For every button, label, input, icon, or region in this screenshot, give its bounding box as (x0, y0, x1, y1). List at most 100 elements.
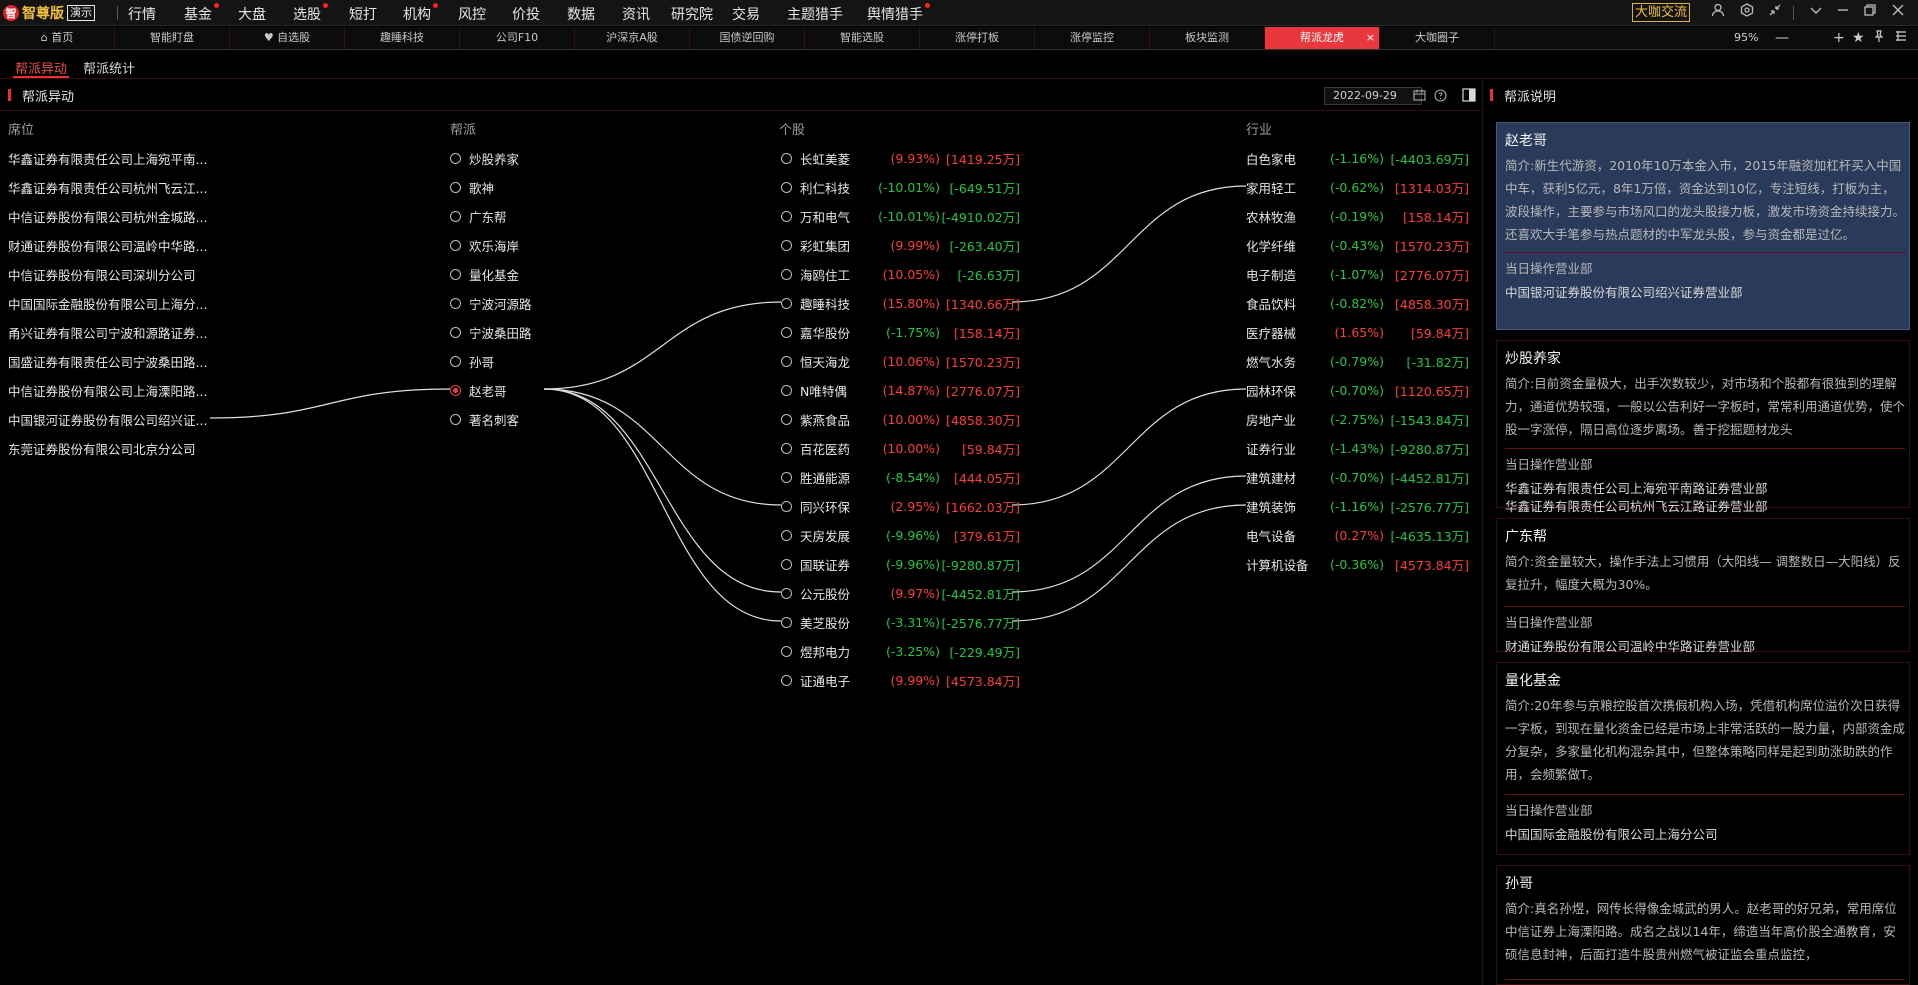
industry-item[interactable]: 白色家电 (-1.16%) [-4403.69万] (1246, 149, 1469, 168)
gang-card-department[interactable]: 财通证券股份有限公司温岭中华路证券营业部 (1505, 636, 1755, 655)
radio-button[interactable] (450, 211, 461, 222)
restore-icon[interactable] (1860, 3, 1880, 23)
stock-item[interactable]: 美芝股份 (-3.31%) [-2576.77万] (781, 613, 1020, 632)
stock-item[interactable]: 嘉华股份 (-1.75%) [158.14万] (781, 323, 1020, 342)
gang-card-department[interactable]: 中国银河证券股份有限公司绍兴证券营业部 (1505, 282, 1743, 301)
stock-item[interactable]: 紫燕食品 (10.00%) [4858.30万] (781, 410, 1020, 429)
radio-button[interactable] (450, 182, 461, 193)
collapse-icon[interactable] (1765, 3, 1785, 23)
industry-item[interactable]: 房地产业 (-2.75%) [-1543.84万] (1246, 410, 1469, 429)
stock-item[interactable]: 国联证券 (-9.96%) [-9280.87万] (781, 555, 1020, 574)
radio-button[interactable] (781, 414, 792, 425)
radio-button[interactable] (450, 269, 461, 280)
radio-button[interactable] (450, 298, 461, 309)
seat-item[interactable]: 国盛证券有限责任公司宁波桑田路... (8, 352, 207, 371)
radio-button[interactable] (781, 298, 792, 309)
radio-button[interactable] (781, 472, 792, 483)
chevron-down-icon[interactable] (1806, 3, 1826, 23)
stock-item[interactable]: 彩虹集团 (9.99%) [-263.40万] (781, 236, 1020, 255)
gang-item[interactable]: 宁波河源路 (450, 294, 532, 313)
stock-item[interactable]: 公元股份 (9.97%) [-4452.81万] (781, 584, 1020, 603)
close-icon[interactable] (1888, 3, 1908, 23)
seat-item[interactable]: 华鑫证券有限责任公司上海宛平南... (8, 149, 207, 168)
stock-item[interactable]: 趣睡科技 (15.80%) [1340.66万] (781, 294, 1020, 313)
industry-item[interactable]: 家用轻工 (-0.62%) [1314.03万] (1246, 178, 1469, 197)
seat-item[interactable]: 中国国际金融股份有限公司上海分... (8, 294, 207, 313)
gang-item[interactable]: 炒股养家 (450, 149, 519, 168)
radio-button[interactable] (781, 646, 792, 657)
gang-card[interactable]: 量化基金 简介:20年参与京粮控股首次携假机构入场，凭借机构席位溢价次日获得一字板… (1496, 662, 1910, 855)
gang-item[interactable]: 广东帮 (450, 207, 507, 226)
gang-item[interactable]: 赵老哥 (450, 381, 507, 400)
industry-item[interactable]: 建筑建材 (-0.70%) [-4452.81万] (1246, 468, 1469, 487)
radio-button[interactable] (450, 153, 461, 164)
industry-item[interactable]: 农林牧渔 (-0.19%) [158.14万] (1246, 207, 1469, 226)
radio-button[interactable] (781, 443, 792, 454)
seat-item[interactable]: 中国银河证券股份有限公司绍兴证... (8, 410, 207, 429)
radio-button[interactable] (450, 327, 461, 338)
radio-button[interactable] (781, 617, 792, 628)
stock-item[interactable]: 同兴环保 (2.95%) [1662.03万] (781, 497, 1020, 516)
seat-item[interactable]: 华鑫证券有限责任公司杭州飞云江... (8, 178, 207, 197)
gang-item[interactable]: 著名刺客 (450, 410, 519, 429)
industry-item[interactable]: 证券行业 (-1.43%) [-9280.87万] (1246, 439, 1469, 458)
radio-button[interactable] (450, 385, 461, 396)
radio-button[interactable] (781, 182, 792, 193)
stock-item[interactable]: 利仁科技 (-10.01%) [-649.51万] (781, 178, 1020, 197)
gang-card[interactable]: 赵老哥 简介:新生代游资，2010年10万本金入市，2015年融资加杠杆买入中国中… (1496, 122, 1910, 330)
radio-button[interactable] (781, 153, 792, 164)
exchange-button[interactable]: 大咖交流 (1632, 3, 1690, 22)
seat-item[interactable]: 财通证券股份有限公司温岭中华路... (8, 236, 207, 255)
radio-button[interactable] (781, 356, 792, 367)
layout-icon[interactable] (1895, 28, 1907, 48)
gang-item[interactable]: 欢乐海岸 (450, 236, 519, 255)
radio-button[interactable] (781, 530, 792, 541)
radio-button[interactable] (781, 588, 792, 599)
zoom-in-icon[interactable]: + (1833, 28, 1845, 48)
stock-item[interactable]: 恒天海龙 (10.06%) [1570.23万] (781, 352, 1020, 371)
seat-item[interactable]: 甬兴证券有限公司宁波和源路证券... (8, 323, 207, 342)
radio-button[interactable] (450, 356, 461, 367)
stock-item[interactable]: 海鸥住工 (10.05%) [-26.63万] (781, 265, 1020, 284)
gang-item[interactable]: 孙哥 (450, 352, 494, 371)
stock-item[interactable]: 煜邦电力 (-3.25%) [-229.49万] (781, 642, 1020, 661)
gang-card-department[interactable]: 华鑫证券有限责任公司上海宛平南路证券营业部 (1505, 478, 1768, 497)
industry-item[interactable]: 燃气水务 (-0.79%) [-31.82万] (1246, 352, 1469, 371)
radio-button[interactable] (781, 675, 792, 686)
industry-item[interactable]: 电气设备 (0.27%) [-4635.13万] (1246, 526, 1469, 545)
radio-button[interactable] (781, 385, 792, 396)
stock-item[interactable]: 证通电子 (9.99%) [4573.84万] (781, 671, 1020, 690)
industry-item[interactable]: 园林环保 (-0.70%) [1120.65万] (1246, 381, 1469, 400)
star-icon[interactable]: ★ (1852, 28, 1865, 48)
gang-item[interactable]: 宁波桑田路 (450, 323, 532, 342)
stock-item[interactable]: 胜通能源 (-8.54%) [444.05万] (781, 468, 1020, 487)
industry-item[interactable]: 建筑装饰 (-1.16%) [-2576.77万] (1246, 497, 1469, 516)
gang-card-department[interactable]: 华鑫证券有限责任公司杭州飞云江路证券营业部 (1505, 496, 1768, 515)
pin-icon[interactable] (1873, 28, 1885, 48)
gang-item[interactable]: 歌神 (450, 178, 494, 197)
industry-item[interactable]: 电子制造 (-1.07%) [2776.07万] (1246, 265, 1469, 284)
seat-item[interactable]: 中信证券股份有限公司杭州金城路... (8, 207, 207, 226)
radio-button[interactable] (781, 269, 792, 280)
seat-item[interactable]: 东莞证券股份有限公司北京分公司 (8, 439, 196, 458)
gang-card[interactable]: 孙哥 简介:真名孙煜，网传长得像金城武的男人。赵老哥的好兄弟，常用席位中信证券上海… (1496, 865, 1910, 985)
radio-button[interactable] (781, 559, 792, 570)
radio-button[interactable] (781, 501, 792, 512)
settings-icon[interactable] (1737, 3, 1757, 23)
radio-button[interactable] (781, 211, 792, 222)
stock-item[interactable]: 长虹美菱 (9.93%) [1419.25万] (781, 149, 1020, 168)
industry-item[interactable]: 计算机设备 (-0.36%) [4573.84万] (1246, 555, 1469, 574)
stock-item[interactable]: 天房发展 (-9.96%) [379.61万] (781, 526, 1020, 545)
gang-card[interactable]: 炒股养家 简介:目前资金量极大，出手次数较少，对市场和个股都有很独到的理解力，通道… (1496, 340, 1910, 514)
stock-item[interactable]: N唯特偶 (14.87%) [2776.07万] (781, 381, 1020, 400)
zoom-out-icon[interactable]: — (1775, 28, 1789, 48)
industry-item[interactable]: 食品饮料 (-0.82%) [4858.30万] (1246, 294, 1469, 313)
stock-item[interactable]: 万和电气 (-10.01%) [-4910.02万] (781, 207, 1020, 226)
seat-item[interactable]: 中信证券股份有限公司上海溧阳路... (8, 381, 207, 400)
seat-item[interactable]: 中信证券股份有限公司深圳分公司 (8, 265, 196, 284)
radio-button[interactable] (450, 240, 461, 251)
gang-item[interactable]: 量化基金 (450, 265, 519, 284)
user-icon[interactable] (1708, 3, 1728, 23)
industry-item[interactable]: 医疗器械 (1.65%) [59.84万] (1246, 323, 1469, 342)
gang-card[interactable]: 广东帮 简介:资金量较大，操作手法上习惯用（大阳线— 调整数日—大阳线）反复拉升，… (1496, 518, 1910, 655)
